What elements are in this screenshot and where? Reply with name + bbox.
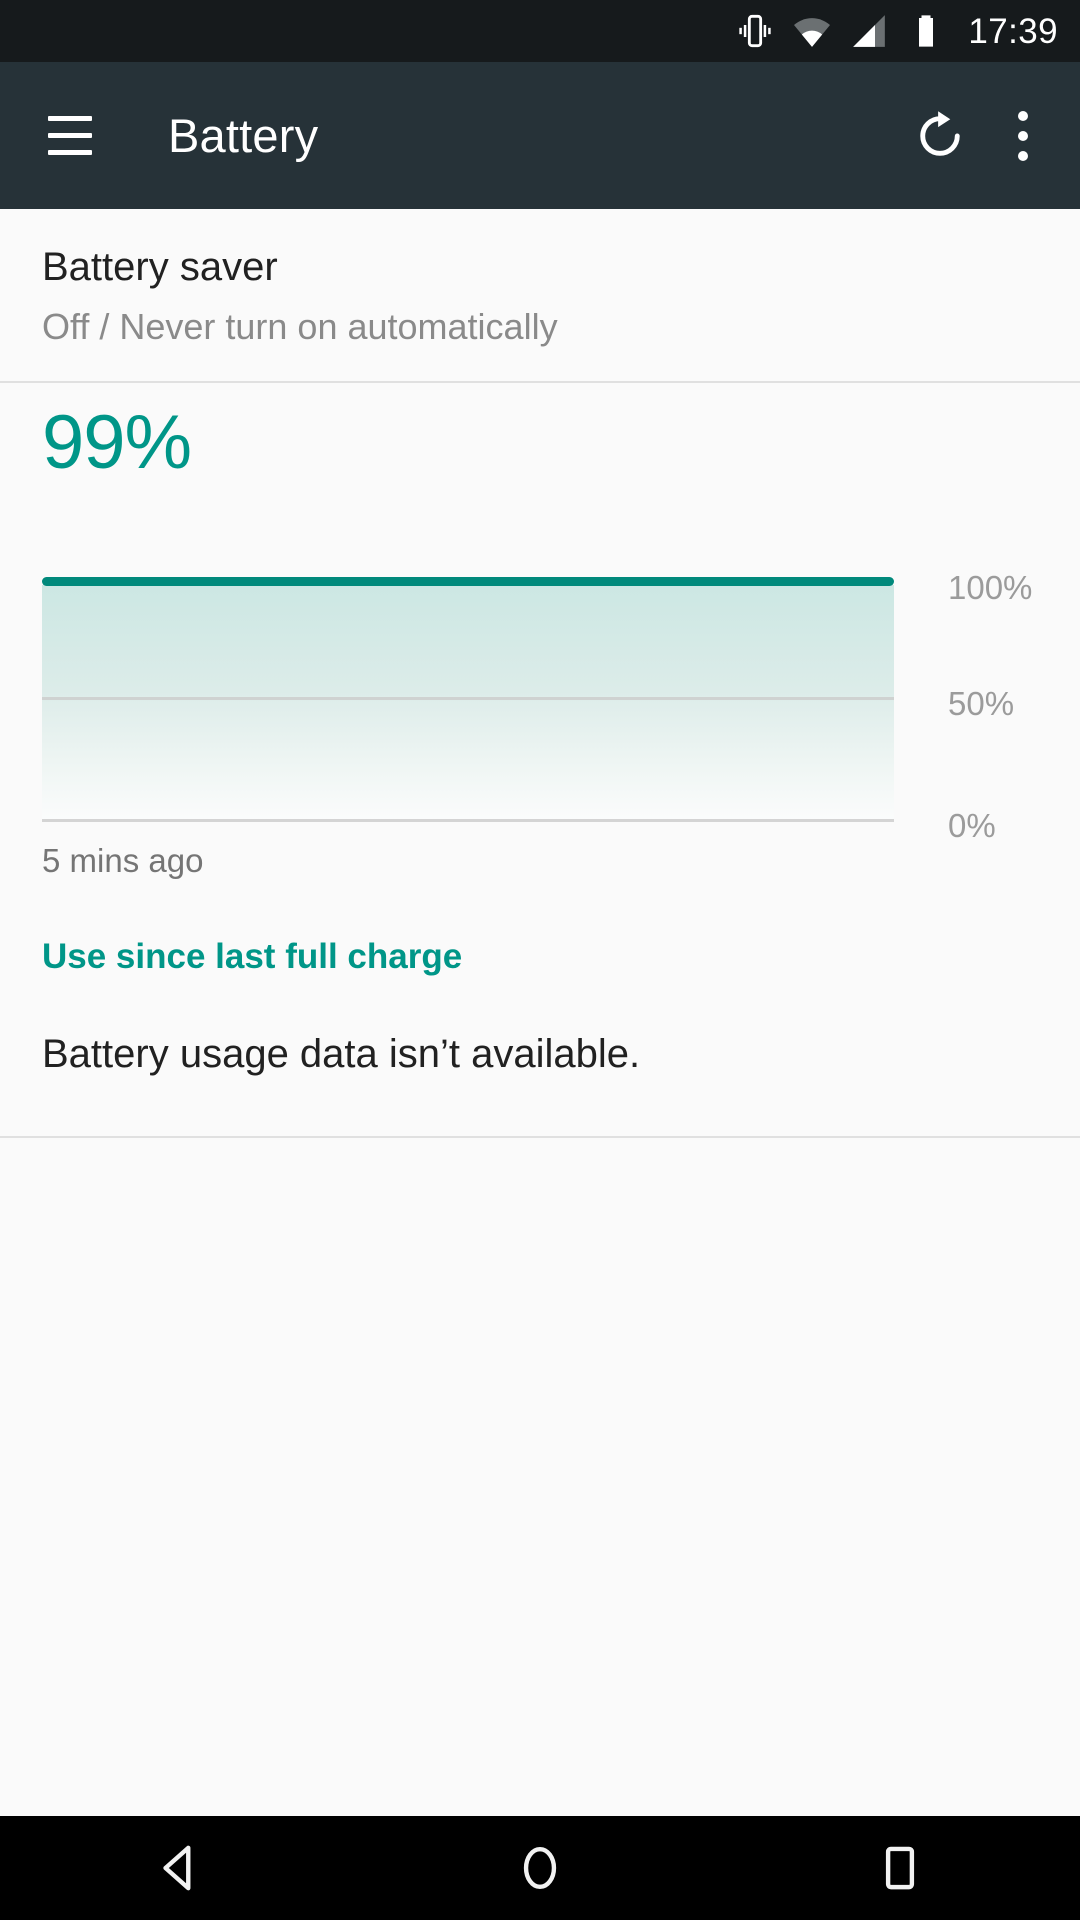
hamburger-menu-icon[interactable]: [22, 88, 118, 184]
overflow-menu-icon[interactable]: [988, 88, 1058, 184]
battery-usage-message: Battery usage data isn’t available.: [42, 1031, 641, 1076]
wifi-icon: [792, 11, 832, 51]
chart-plot-area: [42, 576, 894, 822]
overflow-dot: [1018, 150, 1028, 161]
divider-wrap: [0, 1135, 1080, 1138]
use-since-last-full-charge-link[interactable]: Use since last full charge: [42, 939, 462, 974]
hamburger-bar: [48, 133, 92, 138]
refresh-icon[interactable]: [892, 88, 988, 184]
axis-label-50: 50%: [948, 684, 1015, 722]
back-button[interactable]: [90, 1816, 270, 1920]
navigation-bar: [0, 1816, 1080, 1920]
status-bar-clock: 17:39: [968, 11, 1058, 51]
battery-settings-screen: 17:39 Battery Battery saver Off / Never …: [0, 0, 1080, 1920]
battery-saver-row[interactable]: Battery saver Off / Never turn on automa…: [0, 209, 1080, 381]
hamburger-bar: [48, 150, 92, 155]
divider: [0, 1135, 1080, 1138]
battery-saver-title: Battery saver: [42, 245, 278, 289]
home-button[interactable]: [450, 1816, 630, 1920]
axis-label-0: 0%: [948, 806, 996, 844]
cellular-signal-icon: [849, 11, 889, 51]
gridline-0: [42, 818, 894, 822]
app-bar: Battery: [0, 62, 1080, 209]
overflow-dot: [1018, 130, 1028, 141]
page-title: Battery: [168, 109, 319, 162]
overflow-dot: [1018, 110, 1028, 121]
hamburger-bar: [48, 116, 92, 121]
chart-timestamp: 5 mins ago: [42, 841, 204, 879]
chart-level-line: [42, 576, 894, 586]
battery-icon: [906, 11, 946, 51]
battery-level-section: 99%: [0, 383, 1080, 481]
app-bar-actions: [892, 88, 1080, 184]
gridline-50: [42, 696, 894, 700]
recents-button[interactable]: [810, 1816, 990, 1920]
battery-saver-summary: Off / Never turn on automatically: [42, 306, 558, 347]
battery-level-percent: 99%: [42, 399, 192, 485]
vibrate-icon: [735, 11, 775, 51]
chart-area-fill: [42, 584, 894, 820]
content-area: Battery saver Off / Never turn on automa…: [0, 209, 1080, 1816]
axis-label-100: 100%: [948, 568, 1033, 606]
status-bar: 17:39: [0, 0, 1080, 62]
battery-history-chart[interactable]: 100% 50% 0%: [0, 571, 1080, 842]
